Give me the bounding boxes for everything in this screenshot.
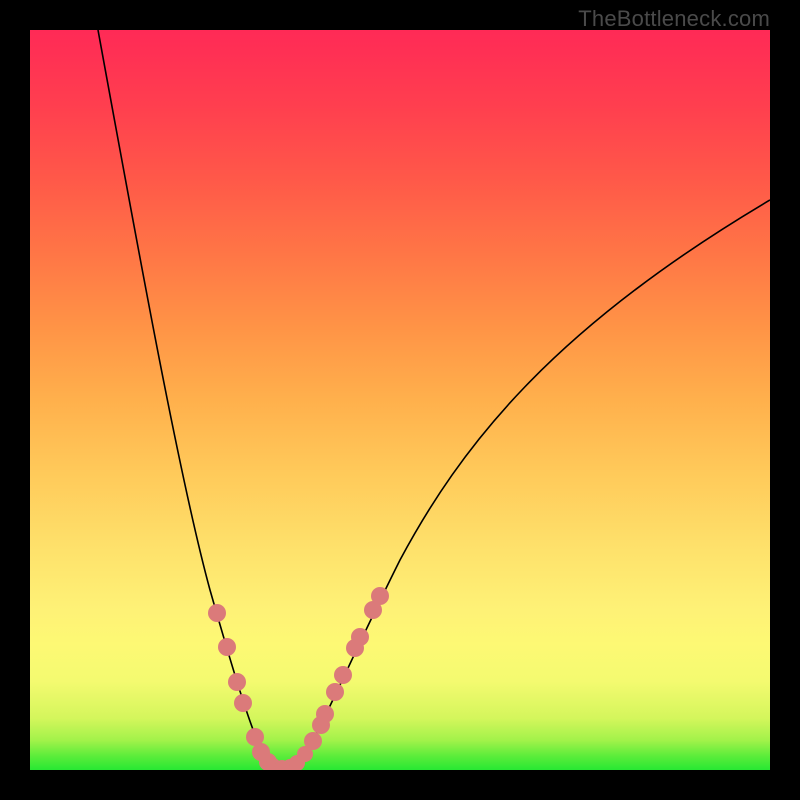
data-dot	[304, 732, 322, 750]
chart-svg	[30, 30, 770, 770]
brand-watermark: TheBottleneck.com	[578, 6, 770, 32]
data-dot	[326, 683, 344, 701]
data-dots-group	[208, 587, 389, 770]
data-dot	[208, 604, 226, 622]
data-dot	[228, 673, 246, 691]
chart-frame: TheBottleneck.com	[0, 0, 800, 800]
data-dot	[334, 666, 352, 684]
data-dot	[351, 628, 369, 646]
data-dot	[234, 694, 252, 712]
plot-area	[30, 30, 770, 770]
data-dot	[371, 587, 389, 605]
right-curve-line	[280, 200, 770, 769]
data-dot	[218, 638, 236, 656]
data-dot	[316, 705, 334, 723]
left-curve-line	[98, 30, 280, 769]
